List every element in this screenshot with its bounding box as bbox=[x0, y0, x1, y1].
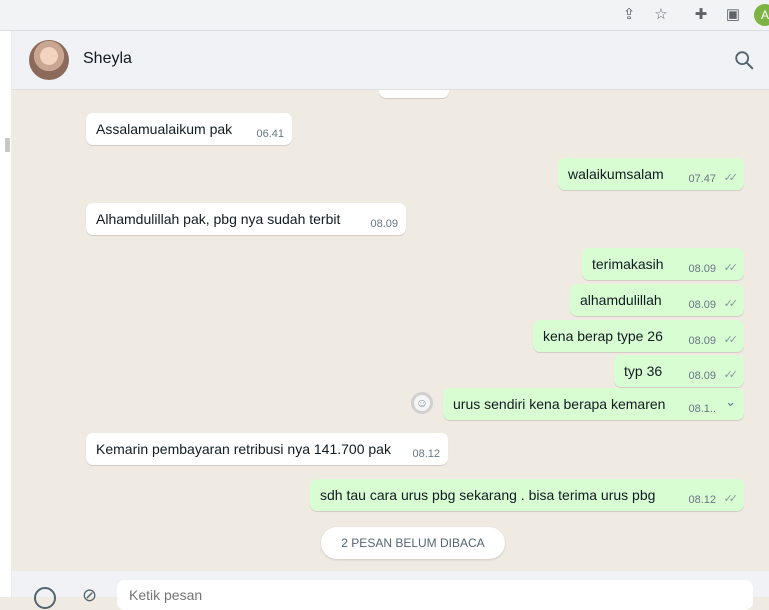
chevron-down-icon[interactable]: ⌄ bbox=[725, 394, 736, 410]
message-time: 08.09 bbox=[688, 370, 716, 382]
message-bubble-outgoing[interactable]: sdh tau cara urus pbg sekarang . bisa te… bbox=[310, 479, 744, 511]
message-time: 08.09 bbox=[688, 263, 716, 275]
contact-name[interactable]: Sheyla bbox=[83, 50, 132, 68]
search-icon[interactable] bbox=[733, 49, 755, 71]
message-time: 08.12 bbox=[688, 494, 716, 506]
browser-toolbar: ⇪ ☆ ✚ ▣ A bbox=[0, 0, 769, 31]
profile-avatar[interactable]: A bbox=[754, 4, 769, 26]
extensions-icon[interactable]: ✚ bbox=[690, 4, 712, 26]
message-bubble-outgoing[interactable]: walaikumsalam 07.47 ✓✓ bbox=[558, 158, 744, 190]
message-composer: ⊘ bbox=[12, 571, 769, 610]
message-text: terimakasih bbox=[592, 256, 664, 272]
double-check-icon: ✓✓ bbox=[723, 262, 739, 274]
message-text: urus sendiri kena berapa kemaren bbox=[453, 396, 666, 412]
contact-avatar[interactable] bbox=[29, 40, 69, 80]
smiley-icon: ☺ bbox=[414, 395, 430, 411]
message-bubble-incoming[interactable]: Kemarin pembayaran retribusi nya 141.700… bbox=[86, 433, 448, 465]
message-text: Assalamualaikum pak bbox=[96, 121, 233, 137]
scroll-marker bbox=[5, 138, 10, 152]
chat-header[interactable]: Sheyla bbox=[12, 31, 769, 90]
message-text: kena berap type 26 bbox=[543, 328, 663, 344]
message-bubble-outgoing[interactable]: alhamdulillah 08.09 ✓✓ bbox=[570, 284, 744, 316]
message-time: 08.1.. bbox=[688, 403, 716, 415]
star-icon[interactable]: ☆ bbox=[650, 4, 672, 26]
message-time: 08.09 bbox=[688, 335, 716, 347]
message-time: 08.12 bbox=[412, 448, 440, 460]
message-text: walaikumsalam bbox=[568, 166, 664, 182]
message-time: 08.09 bbox=[688, 299, 716, 311]
attach-icon[interactable]: ⊘ bbox=[82, 585, 104, 607]
message-bubble-incoming[interactable]: Assalamualaikum pak 06.41 bbox=[86, 113, 292, 145]
message-input[interactable] bbox=[117, 580, 753, 610]
message-time: 06.41 bbox=[256, 128, 284, 140]
message-text: Alhamdulillah pak, pbg nya sudah terbit bbox=[96, 211, 341, 227]
sidebar-edge bbox=[0, 31, 12, 597]
double-check-icon: ✓✓ bbox=[723, 369, 739, 381]
message-bubble-incoming[interactable]: Alhamdulillah pak, pbg nya sudah terbit … bbox=[86, 203, 406, 235]
message-bubble-outgoing[interactable]: terimakasih 08.09 ✓✓ bbox=[582, 248, 744, 280]
message-bubble-partial bbox=[379, 90, 449, 98]
double-check-icon: ✓✓ bbox=[723, 334, 739, 346]
unread-messages-button[interactable]: 2 PESAN BELUM DIBACA bbox=[321, 527, 505, 559]
message-bubble-outgoing[interactable]: urus sendiri kena berapa kemaren 08.1.. … bbox=[443, 388, 744, 420]
message-text: sdh tau cara urus pbg sekarang . bisa te… bbox=[320, 487, 656, 503]
message-time: 07.47 bbox=[688, 173, 716, 185]
double-check-icon: ✓✓ bbox=[723, 298, 739, 310]
emoji-reaction-button[interactable]: ☺ bbox=[411, 392, 433, 414]
message-text: alhamdulillah bbox=[580, 292, 662, 308]
message-text: typ 36 bbox=[624, 363, 663, 379]
message-bubble-outgoing[interactable]: typ 36 08.09 ✓✓ bbox=[614, 355, 744, 387]
message-time: 08.09 bbox=[370, 218, 398, 230]
message-bubble-outgoing[interactable]: kena berap type 26 08.09 ✓✓ bbox=[533, 320, 744, 352]
message-text: Kemarin pembayaran retribusi nya 141.700… bbox=[96, 441, 391, 457]
double-check-icon: ✓✓ bbox=[723, 172, 739, 184]
share-icon[interactable]: ⇪ bbox=[618, 4, 640, 26]
emoji-icon[interactable] bbox=[34, 587, 56, 609]
double-check-icon: ✓✓ bbox=[723, 493, 739, 505]
message-list[interactable]: Assalamualaikum pak 06.41 walaikumsalam … bbox=[12, 90, 769, 570]
side-panel-icon[interactable]: ▣ bbox=[722, 4, 744, 26]
